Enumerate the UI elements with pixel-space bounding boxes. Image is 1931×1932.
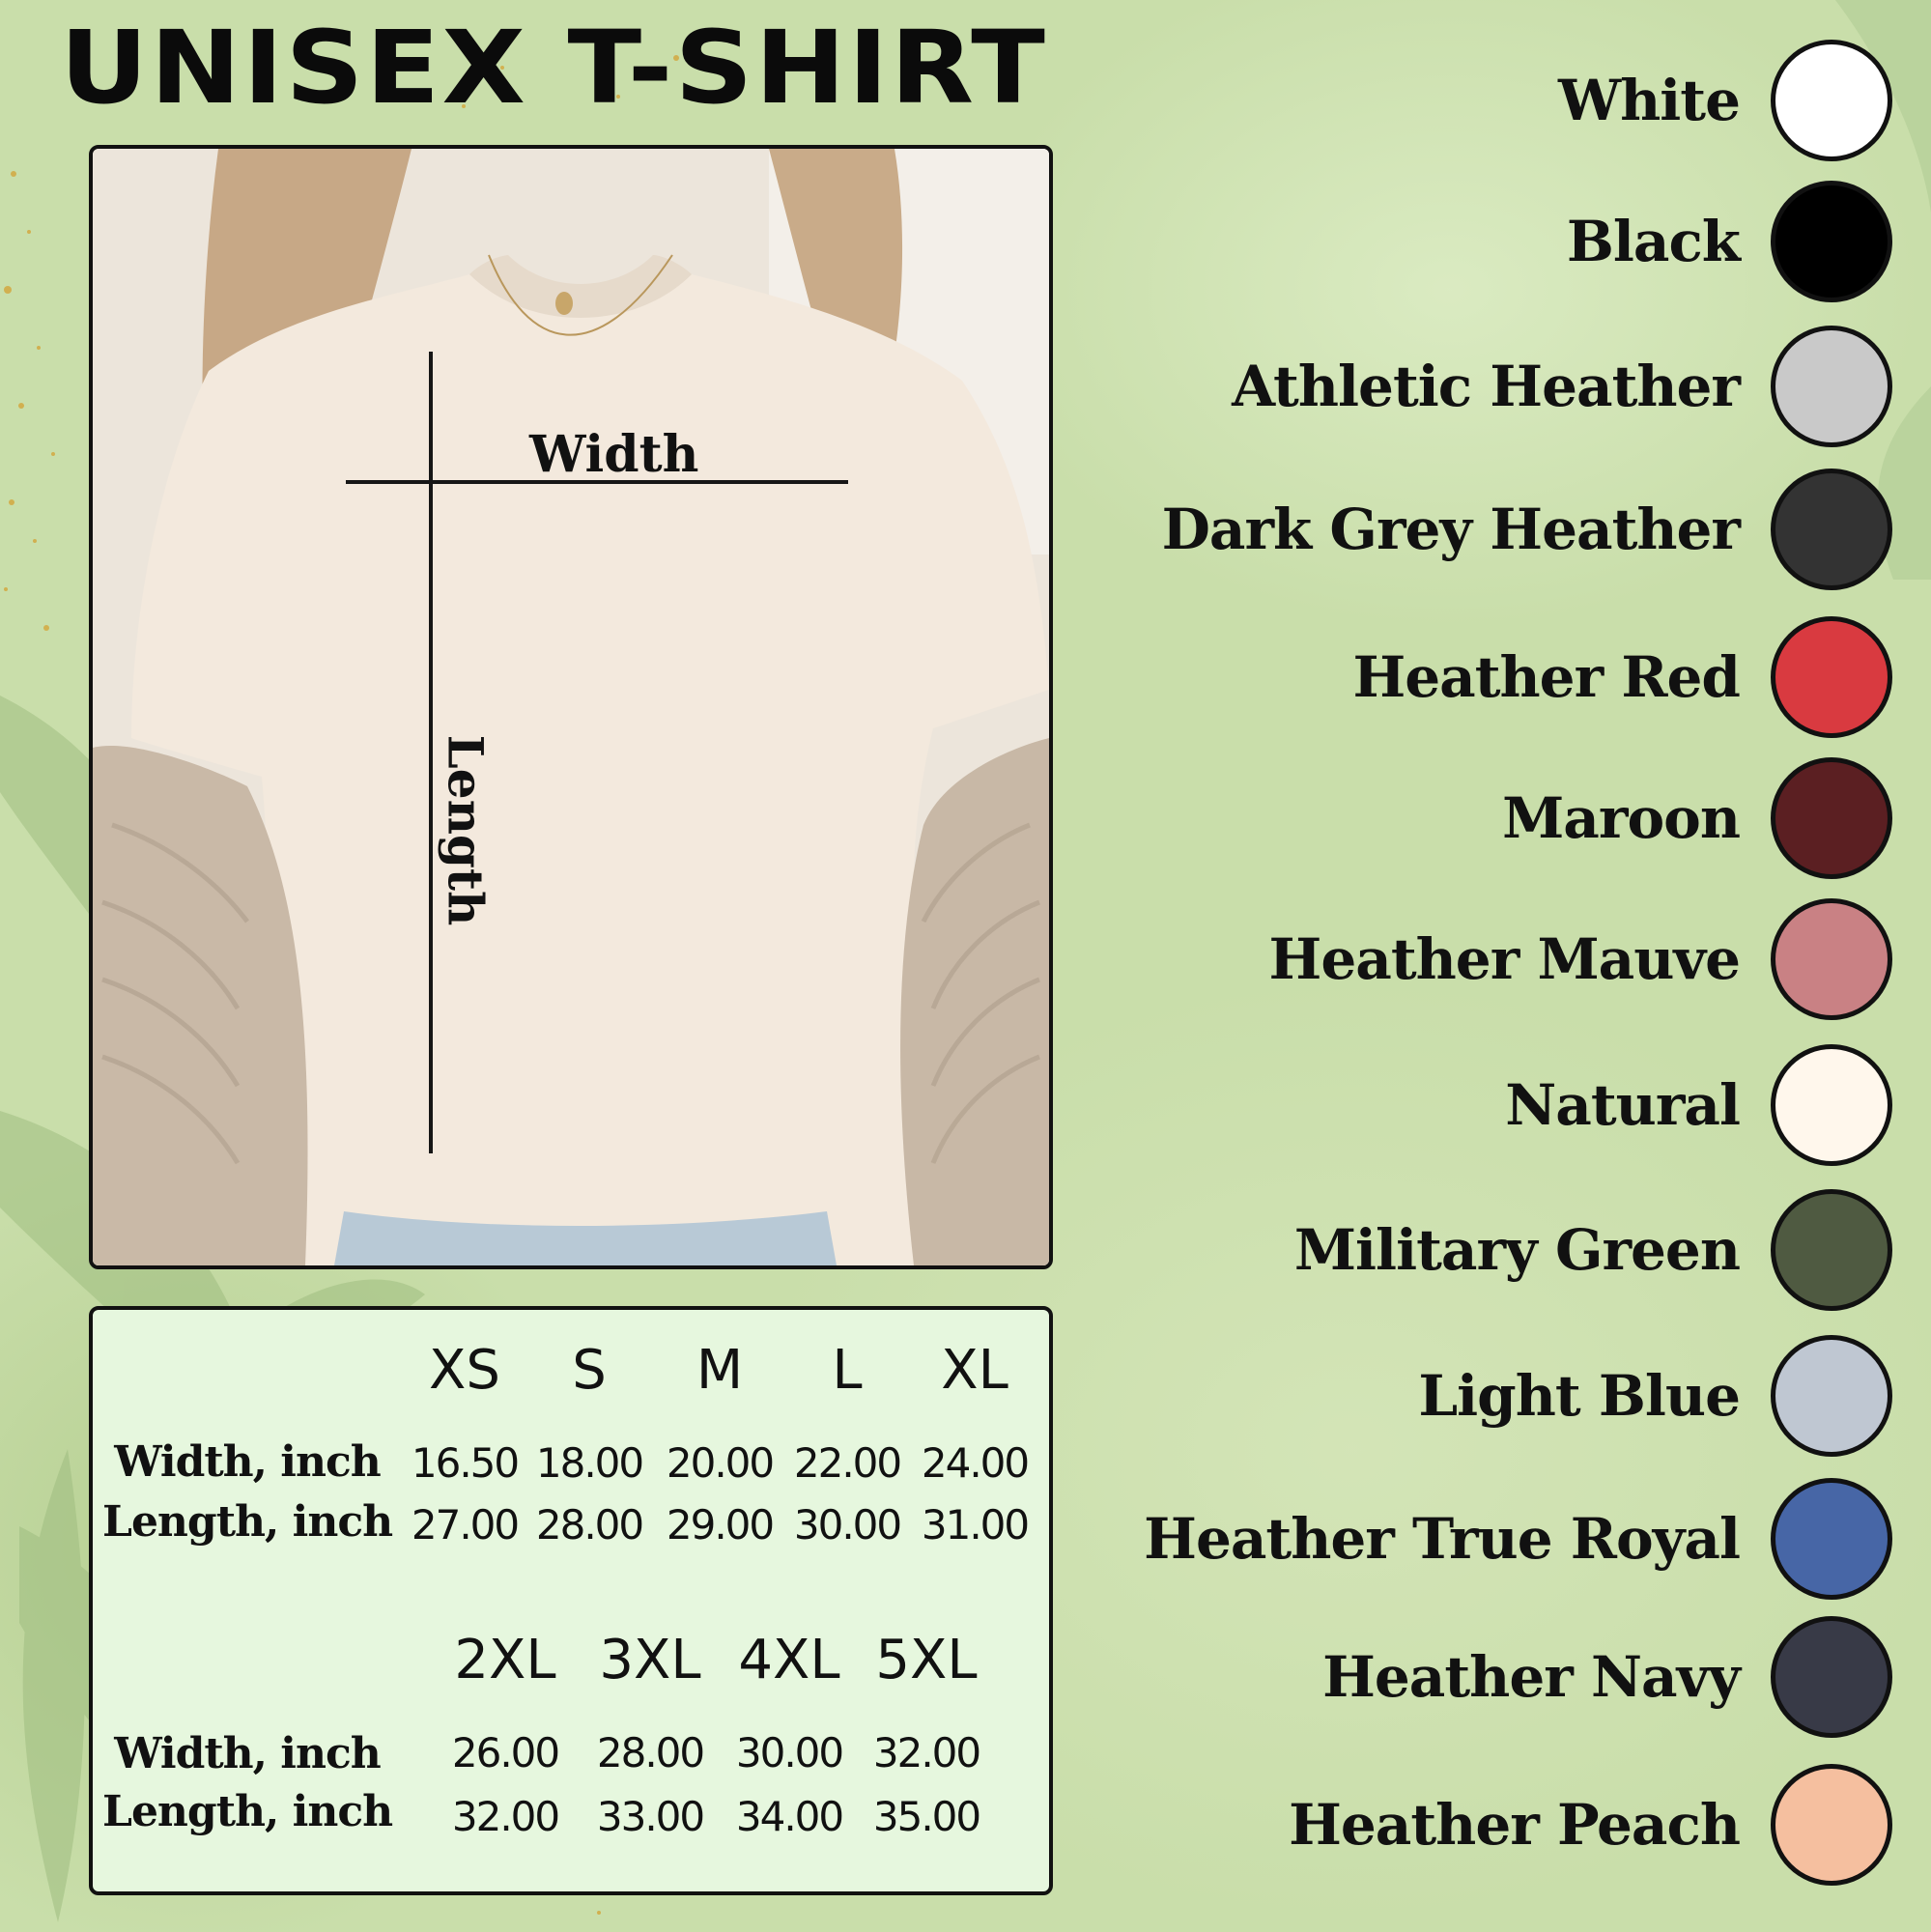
- color-swatch: [1771, 898, 1892, 1020]
- length-value: 33.00: [596, 1793, 705, 1840]
- color-swatch: [1771, 1044, 1892, 1166]
- color-option-heather-navy[interactable]: Heather Navy: [1322, 1612, 1892, 1742]
- length-value: 30.00: [793, 1501, 902, 1548]
- color-option-black[interactable]: Black: [1567, 177, 1892, 306]
- color-swatch: [1771, 326, 1892, 447]
- color-name: Natural: [1505, 1072, 1741, 1138]
- width-value: 18.00: [535, 1439, 644, 1487]
- width-value: 16.50: [411, 1439, 520, 1487]
- size-header: XS: [429, 1339, 500, 1402]
- length-row-label: Length, inch: [102, 1497, 393, 1547]
- color-name: Military Green: [1293, 1217, 1741, 1283]
- color-name: Heather True Royal: [1144, 1506, 1741, 1572]
- color-option-white[interactable]: White: [1558, 36, 1892, 165]
- tshirt-illustration: [93, 149, 1049, 1265]
- width-value: 22.00: [793, 1439, 902, 1487]
- color-swatch: [1771, 1616, 1892, 1738]
- color-option-athletic-heather[interactable]: Athletic Heather: [1232, 322, 1892, 451]
- color-swatch: [1771, 616, 1892, 738]
- color-name: Heather Peach: [1289, 1792, 1741, 1858]
- color-option-heather-mauve[interactable]: Heather Mauve: [1269, 895, 1892, 1024]
- color-option-maroon[interactable]: Maroon: [1502, 753, 1892, 883]
- color-option-dark-grey-heather[interactable]: Dark Grey Heather: [1162, 465, 1892, 594]
- page-title: UNISEX T-SHIRT: [60, 9, 1048, 127]
- length-guide-line: [429, 352, 433, 1153]
- length-value: 34.00: [735, 1793, 844, 1840]
- size-header: 2XL: [454, 1629, 556, 1691]
- color-swatch: [1771, 469, 1892, 590]
- color-name: Heather Red: [1352, 644, 1741, 710]
- color-name: Maroon: [1502, 785, 1741, 851]
- size-header: L: [832, 1339, 863, 1402]
- color-option-military-green[interactable]: Military Green: [1294, 1185, 1892, 1315]
- color-swatch: [1771, 1478, 1892, 1600]
- width-row-label: Width, inch: [114, 1437, 382, 1487]
- size-header: 4XL: [738, 1629, 840, 1691]
- size-header: 3XL: [599, 1629, 701, 1691]
- color-swatch: [1771, 40, 1892, 161]
- color-option-natural[interactable]: Natural: [1505, 1040, 1892, 1170]
- color-swatch: [1771, 1189, 1892, 1311]
- length-value: 28.00: [535, 1501, 644, 1548]
- color-swatch: [1771, 181, 1892, 302]
- color-name: Light Blue: [1418, 1363, 1741, 1429]
- color-option-heather-red[interactable]: Heather Red: [1352, 612, 1892, 742]
- color-name: Black: [1566, 209, 1741, 274]
- width-row-label: Width, inch: [114, 1729, 382, 1778]
- length-row-label: Length, inch: [102, 1787, 393, 1836]
- width-value: 30.00: [735, 1729, 844, 1776]
- model-photo: [89, 145, 1053, 1269]
- width-value: 24.00: [921, 1439, 1030, 1487]
- size-header: M: [696, 1339, 744, 1402]
- width-value: 20.00: [666, 1439, 775, 1487]
- color-swatch: [1771, 1335, 1892, 1457]
- color-option-heather-peach[interactable]: Heather Peach: [1289, 1760, 1892, 1889]
- length-label: Length: [437, 734, 495, 926]
- size-header: S: [572, 1339, 607, 1402]
- size-chart: XS S M L XL Width, inch 16.50 18.00 20.0…: [89, 1306, 1053, 1895]
- color-option-heather-true-royal[interactable]: Heather True Royal: [1144, 1474, 1892, 1604]
- length-value: 27.00: [411, 1501, 520, 1548]
- size-header: 5XL: [875, 1629, 978, 1691]
- length-value: 32.00: [451, 1793, 560, 1840]
- color-name: Heather Mauve: [1268, 926, 1741, 992]
- size-header: XL: [941, 1339, 1008, 1402]
- color-name: Dark Grey Heather: [1161, 497, 1741, 562]
- width-value: 26.00: [451, 1729, 560, 1776]
- width-value: 28.00: [596, 1729, 705, 1776]
- length-value: 31.00: [921, 1501, 1030, 1548]
- color-name: Athletic Heather: [1232, 354, 1741, 419]
- width-value: 32.00: [872, 1729, 981, 1776]
- color-name: Heather Navy: [1322, 1644, 1741, 1710]
- width-label: Width: [529, 425, 699, 484]
- color-option-light-blue[interactable]: Light Blue: [1418, 1331, 1892, 1461]
- length-value: 35.00: [872, 1793, 981, 1840]
- color-swatch: [1771, 1764, 1892, 1886]
- color-swatch: [1771, 757, 1892, 879]
- color-name: White: [1557, 68, 1741, 133]
- length-value: 29.00: [666, 1501, 775, 1548]
